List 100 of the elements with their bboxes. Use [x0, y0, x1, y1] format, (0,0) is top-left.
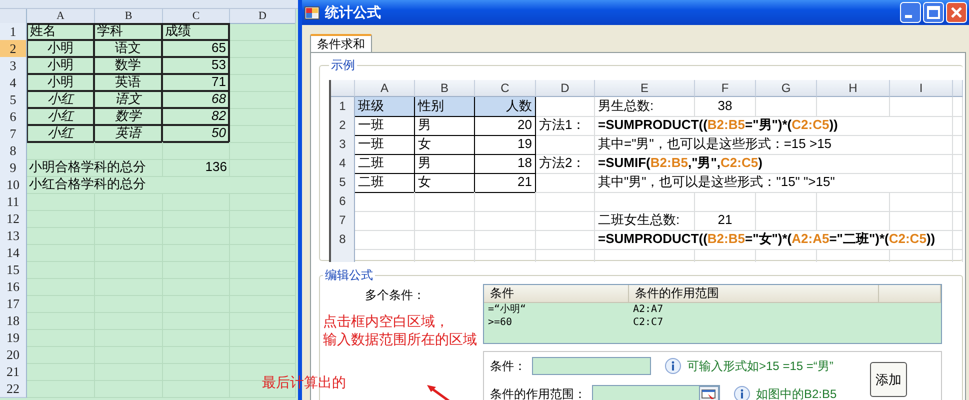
table-cell [475, 192, 536, 212]
row-header[interactable]: 19 [0, 329, 27, 347]
range-input[interactable] [592, 385, 720, 400]
row-header[interactable]: 16 [0, 278, 27, 296]
table-cell: 方法2： [536, 154, 595, 174]
table-cell [230, 57, 296, 75]
row-header[interactable]: 2 [0, 40, 27, 58]
table-cell [953, 154, 963, 174]
table-cell [27, 193, 95, 211]
table-cell: 女 [415, 135, 475, 155]
row-header[interactable]: 13 [0, 227, 27, 245]
table-cell: 男 [415, 116, 475, 136]
row-header[interactable]: 3 [0, 57, 27, 75]
row-header[interactable]: 15 [0, 261, 27, 279]
table-cell: 19 [475, 135, 536, 155]
table-cell: 65 [163, 40, 230, 58]
column-header: E [595, 80, 695, 97]
table-cell [475, 211, 536, 231]
row-header[interactable]: 22 [0, 380, 27, 398]
table-cell [953, 173, 963, 193]
table-cell [355, 230, 415, 250]
tab[interactable]: 条件求和 [310, 34, 372, 52]
formula-cell: =SUMPRODUCT((B2:B5="男")*(C2:C5)) [595, 116, 953, 136]
column-header[interactable]: A [27, 9, 95, 24]
table-cell [890, 192, 953, 212]
table-cell [475, 230, 536, 250]
column-header[interactable]: C [163, 9, 230, 24]
list-cell-text: >=60 [487, 316, 514, 329]
table-cell: 21 [695, 211, 756, 231]
condition-input[interactable] [532, 357, 651, 375]
column-header[interactable]: B [95, 9, 163, 24]
row-header[interactable]: 11 [0, 193, 27, 211]
field-label: 多个条件： [365, 287, 426, 304]
info-icon [665, 358, 681, 374]
range-select-icon[interactable] [699, 386, 719, 400]
table-cell [230, 40, 296, 58]
table-cell: 68 [163, 91, 230, 109]
table-cell: 其中"男"，也可以是这些形式："15" ">15" [595, 173, 953, 193]
column-header: I [890, 80, 953, 97]
column-header: F [695, 80, 756, 97]
select-all-corner [331, 80, 355, 97]
table-cell [27, 278, 95, 296]
table-cell [230, 142, 296, 160]
row-header[interactable]: 9 [0, 159, 27, 177]
hint-text: 可输入形式如>15 =15 =“男” [687, 358, 834, 374]
row-header[interactable]: 12 [0, 210, 27, 228]
add-button[interactable]: 添加 [870, 362, 907, 397]
row-header: 4 [331, 154, 355, 174]
row-header[interactable]: 7 [0, 125, 27, 143]
table-cell [536, 192, 595, 212]
conditions-list[interactable]: 条件 条件的作用范围 =“小明“ A2:A7 >=60 C2:C7 [483, 284, 942, 344]
table-cell: 小红 [27, 91, 95, 109]
list-column-header[interactable]: 条件 [484, 285, 629, 302]
table-cell [355, 192, 415, 212]
row-header[interactable]: 20 [0, 346, 27, 364]
table-cell [27, 346, 95, 364]
table-cell: 二班 [355, 154, 415, 174]
table-cell [953, 230, 963, 250]
row-header[interactable]: 14 [0, 244, 27, 262]
table-cell [27, 380, 95, 398]
formula-cell: =SUMPRODUCT((B2:B5="女")*(A2:A5="二班")*(C2:C5)) [595, 230, 953, 250]
table-cell [230, 91, 296, 109]
row-header[interactable]: 17 [0, 295, 27, 313]
row-header[interactable]: 1 [0, 23, 27, 41]
table-cell [230, 23, 296, 41]
table-cell: 数学 [95, 57, 163, 75]
table-cell: 学科 [95, 23, 163, 41]
table-cell [953, 116, 963, 136]
row-header[interactable]: 5 [0, 91, 27, 109]
app-icon [304, 4, 320, 20]
row-header[interactable]: 10 [0, 176, 27, 194]
minimize-icon[interactable] [900, 2, 921, 23]
close-icon[interactable] [946, 2, 967, 23]
table-cell [27, 329, 95, 347]
table-cell [27, 142, 95, 160]
table-cell [27, 261, 95, 279]
table-cell [230, 108, 296, 126]
row-header[interactable]: 21 [0, 363, 27, 381]
list-cell-text: =“小明“ [487, 303, 528, 316]
table-cell: 二班 [355, 173, 415, 193]
table-cell: 性别 [415, 97, 475, 117]
table-cell [953, 97, 963, 117]
row-header: 5 [331, 173, 355, 193]
row-header: 8 [331, 230, 355, 250]
column-header[interactable]: D [230, 9, 296, 24]
table-cell [355, 211, 415, 231]
annotation-text: 点击框内空白区域， [323, 312, 450, 330]
row-header[interactable]: 6 [0, 108, 27, 126]
table-cell: 18 [475, 154, 536, 174]
table-cell: 人数 [475, 97, 536, 117]
table-cell [756, 97, 817, 117]
table-cell: 38 [695, 97, 756, 117]
field-label: 条件的作用范围： [490, 386, 586, 400]
maximize-icon[interactable] [923, 2, 944, 23]
table-cell: 姓名 [27, 23, 95, 41]
list-column-header[interactable]: 条件的作用范围 [629, 285, 879, 302]
row-header[interactable]: 18 [0, 312, 27, 330]
row-header[interactable]: 8 [0, 142, 27, 160]
table-cell [27, 244, 95, 262]
row-header[interactable]: 4 [0, 74, 27, 92]
